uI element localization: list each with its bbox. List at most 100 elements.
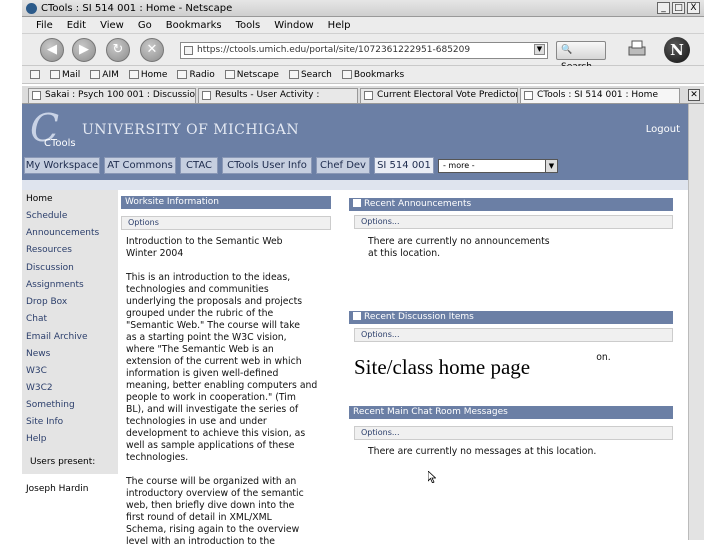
aim-icon [90,70,101,79]
collapse-icon[interactable] [353,312,361,320]
left-nav: Home Schedule Announcements Resources Di… [22,190,118,540]
menu-view[interactable]: View [100,20,124,31]
print-icon[interactable] [626,39,648,59]
tab-ctools-user-info[interactable]: CTools User Info [222,157,312,174]
reload-icon[interactable]: ↻ [106,38,130,62]
worksite-text-line: extension of the current web in which [126,356,302,367]
page-icon [202,91,211,100]
url-text: https://ctools.umich.edu/portal/site/107… [197,45,471,55]
nav-help[interactable]: Help [26,434,47,444]
netscape-logo-icon[interactable]: N [664,37,690,63]
discussion-title: Recent Discussion Items [349,311,673,324]
nav-drop-box[interactable]: Drop Box [26,297,67,307]
tab-my-workspace[interactable]: My Workspace [24,157,100,174]
minimize-button[interactable]: _ [657,2,670,14]
worksite-text-line: level with an introduction to the [126,536,275,547]
nav-w3c2[interactable]: W3C2 [26,383,53,393]
collapse-icon[interactable] [353,199,361,207]
back-icon[interactable]: ◀ [40,38,64,62]
worksite-text-line: first round of detail in XML/XML [126,512,272,523]
bookmark-mail[interactable]: Mail [50,70,86,80]
menu-go[interactable]: Go [138,20,152,31]
mouse-cursor-icon [428,471,436,483]
window-titlebar: CTools : SI 514 001 : Home - Netscape _ … [22,0,704,17]
bookmark-bookmarks[interactable]: Bookmarks [341,70,410,80]
url-input[interactable]: https://ctools.umich.edu/portal/site/107… [180,42,548,59]
navigation-toolbar: ◀ ▶ ↻ ✕ https://ctools.umich.edu/portal/… [22,34,704,72]
search-button[interactable]: 🔍 Search [556,41,606,72]
users-present-panel: Users present: Joseph Hardin [22,446,118,540]
chat-empty-text: There are currently no messages at this … [368,446,597,457]
worksite-options-link[interactable]: Options [121,216,331,230]
url-dropdown-icon[interactable]: ▼ [534,44,545,55]
close-button[interactable]: X [687,2,700,14]
home-tab-icon[interactable] [30,70,46,79]
tab-chef-dev[interactable]: Chef Dev [316,157,370,174]
nav-discussion[interactable]: Discussion [26,263,74,273]
worksite-text-line: introductory overview of the semantic [126,488,304,499]
tab-si-514-001[interactable]: SI 514 001 [374,157,434,174]
nav-w3c[interactable]: W3C [26,366,47,376]
stop-icon[interactable]: ✕ [140,38,164,62]
worksite-text-line: well as sample applications of these [126,440,295,451]
menu-edit[interactable]: Edit [67,20,86,31]
menu-window[interactable]: Window [274,20,313,31]
bookmark-search[interactable]: Search [288,70,338,80]
nav-resources[interactable]: Resources [26,245,72,255]
forward-icon[interactable]: ▶ [72,38,96,62]
window-title: CTools : SI 514 001 : Home - Netscape [41,2,233,14]
browser-tab[interactable]: Results - User Activity : [198,88,358,103]
menu-tools[interactable]: Tools [236,20,261,31]
browser-tab[interactable]: Current Electoral Vote Predictor 2004 [360,88,518,103]
discussion-options-link[interactable]: Options... [354,328,673,342]
nav-home[interactable]: Home [26,194,53,204]
nav-schedule[interactable]: Schedule [26,211,67,221]
bookmark-home[interactable]: Home [128,70,174,80]
bookmarks-toolbar: Mail AIM Home Radio Netscape Search Book… [22,66,704,84]
worksite-text-line: as a starting point the W3C vision, [126,332,287,343]
ctools-header: C CTools UNIVERSITY OF MICHIGAN Logout [22,104,688,152]
page-icon [364,91,373,100]
worksite-text-line: BL), and will investigate the series of [126,404,299,415]
worksite-heading-line: Winter 2004 [126,248,184,259]
nav-announcements[interactable]: Announcements [26,228,99,238]
close-tab-icon[interactable]: ✕ [688,89,700,101]
ctools-logo: C CTools [30,106,76,150]
more-sites-select[interactable]: - more - ▼ [438,159,558,173]
chat-options-link[interactable]: Options... [354,426,673,440]
worksite-text-line: "Semantic Web." The course will take [126,320,300,331]
worksite-text-line: grouped under the rubric of the [126,308,274,319]
browser-tab-bar: Sakai : Psych 100 001 : Discussion Resul… [22,86,704,104]
site-tabs: My Workspace AT Commons CTAC CTools User… [22,152,688,180]
announcements-options-link[interactable]: Options... [354,215,673,229]
tab-ctac[interactable]: CTAC [180,157,218,174]
logout-link[interactable]: Logout [646,124,680,135]
announcements-empty-text: at this location. [368,248,441,259]
nav-site-info[interactable]: Site Info [26,417,63,427]
menu-file[interactable]: File [36,20,53,31]
worksite-text-line: development to achieve this vision, as [126,428,306,439]
page-scrollbar[interactable] [688,104,704,540]
browser-tab[interactable]: Sakai : Psych 100 001 : Discussion [28,88,196,103]
worksite-text-line: technologies. [126,452,189,463]
nav-assignments[interactable]: Assignments [26,280,84,290]
tab-at-commons[interactable]: AT Commons [104,157,176,174]
search-icon [288,70,299,79]
browser-tab-active[interactable]: CTools : SI 514 001 : Home [520,88,680,103]
bookmark-radio[interactable]: Radio [177,70,220,80]
worksite-text-line: The course will be organized with an [126,476,297,487]
announcements-title: Recent Announcements [349,198,673,211]
maximize-button[interactable]: □ [672,2,685,14]
nav-news[interactable]: News [26,349,50,359]
announcements-empty-text: There are currently no announcements [368,236,550,247]
present-user: Joseph Hardin [26,484,89,494]
chevron-down-icon: ▼ [545,160,557,172]
nav-something[interactable]: Something [26,400,75,410]
bookmark-aim[interactable]: AIM [90,70,125,80]
nav-chat[interactable]: Chat [26,314,47,324]
nav-email-archive[interactable]: Email Archive [26,332,88,342]
menu-help[interactable]: Help [328,20,351,31]
header-strip [22,180,688,190]
bookmark-netscape[interactable]: Netscape [224,70,285,80]
menu-bookmarks[interactable]: Bookmarks [166,20,222,31]
